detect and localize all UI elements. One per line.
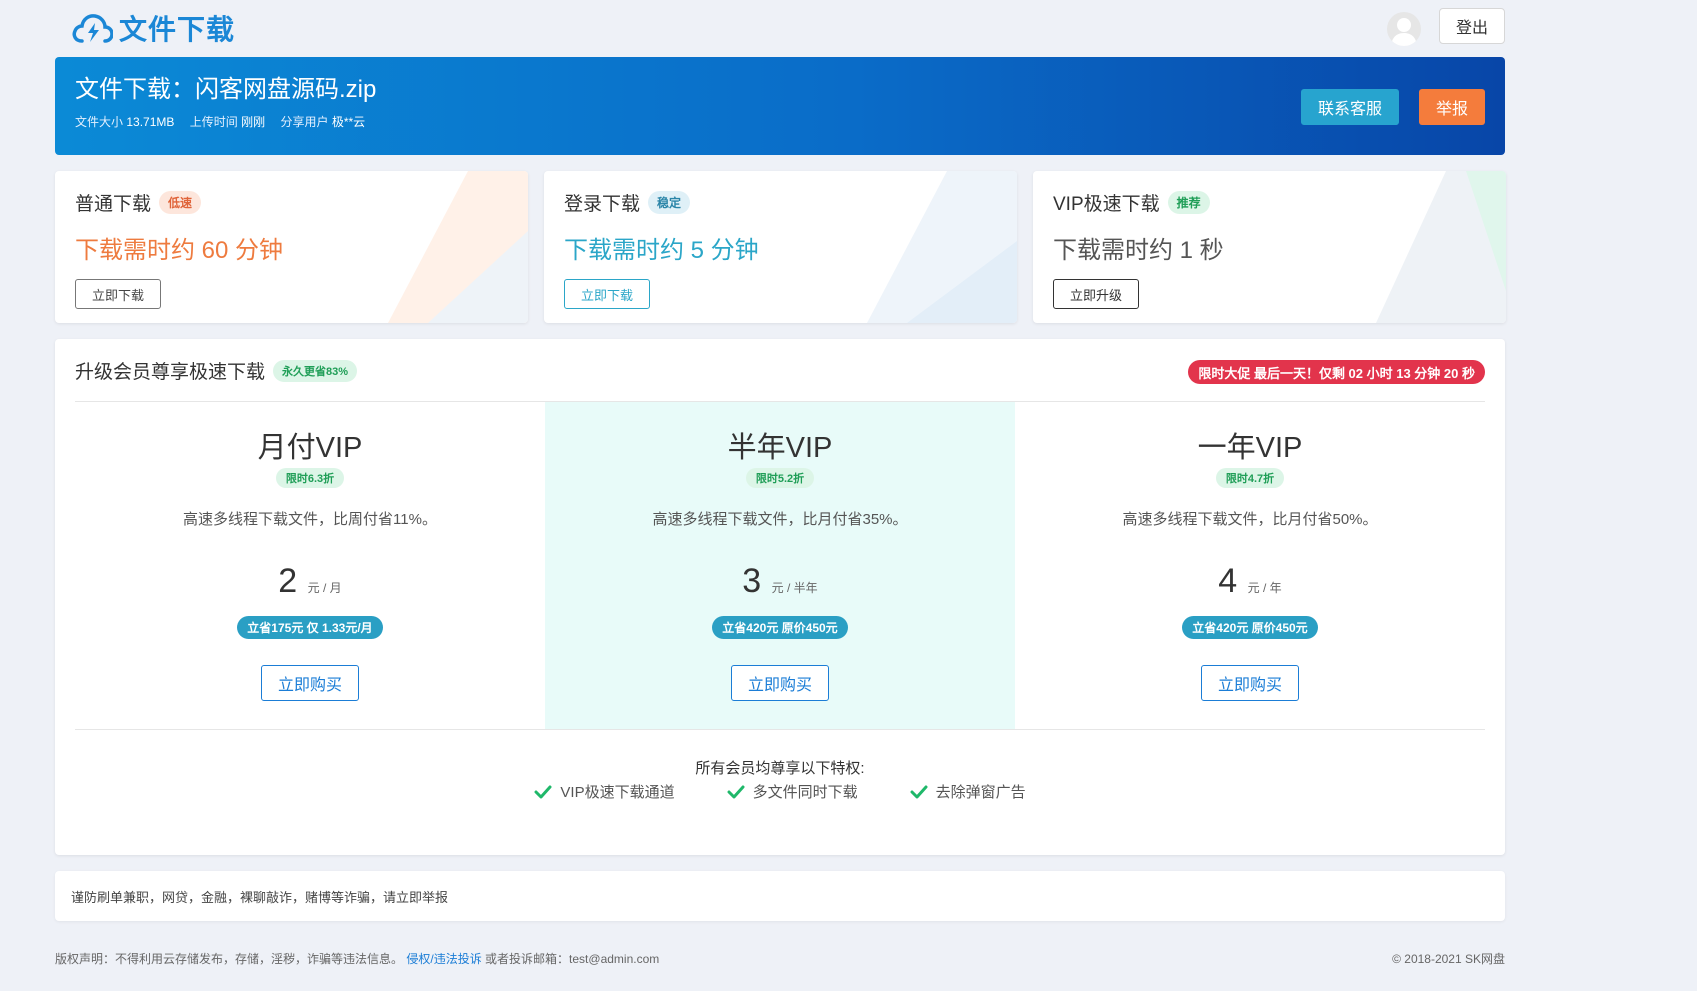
check-icon bbox=[534, 785, 552, 798]
complaint-link[interactable]: 侵权/违法投诉 bbox=[406, 952, 481, 966]
footer-left: 版权声明：不得利用云存储发布，存储，淫秽，诈骗等违法信息。 侵权/违法投诉 或者… bbox=[55, 950, 659, 967]
price-unit: 元 / 月 bbox=[307, 581, 342, 595]
cloud-lightning-icon bbox=[72, 14, 113, 43]
fraud-notice: 谨防刷单兼职，网贷，金融，裸聊敲诈，赌博等诈骗，请立即举报 bbox=[55, 871, 1505, 921]
plan-monthly: 月付VIP 限时6.3折 高速多线程下载文件，比周付省11%。 2 元 / 月 … bbox=[75, 402, 545, 729]
perk-label: 多文件同时下载 bbox=[752, 784, 858, 801]
file-size-label: 文件大小 bbox=[75, 115, 124, 129]
plan-name: 月付VIP bbox=[257, 432, 363, 464]
price-number: 3 bbox=[742, 562, 762, 600]
upload-time-label: 上传时间 bbox=[189, 115, 238, 129]
plan-description: 高速多线程下载文件，比月付省50%。 bbox=[1122, 511, 1378, 528]
check-icon bbox=[727, 785, 745, 798]
buy-yearly-button[interactable]: 立即购买 bbox=[1201, 665, 1299, 701]
upload-time-value: 刚刚 bbox=[241, 115, 266, 129]
normal-download-card: 普通下载 低速 下载需时约 60 分钟 立即下载 bbox=[55, 171, 528, 323]
banner-actions: 联系客服 举报 bbox=[1301, 89, 1485, 125]
perk-item: 多文件同时下载 bbox=[727, 781, 858, 802]
plan-discount: 限时6.3折 bbox=[275, 468, 345, 488]
perks-title: 所有会员均尊享以下特权: bbox=[695, 760, 865, 777]
vip-panel: 升级会员尊享极速下载 永久更省83% 限时大促 最后一天！仅剩 02 小时 13… bbox=[55, 339, 1505, 855]
perk-label: VIP极速下载通道 bbox=[560, 784, 675, 801]
speed-badge: 低速 bbox=[159, 191, 202, 214]
plan-savings: 立省420元 原价450元 bbox=[712, 616, 848, 639]
plan-description: 高速多线程下载文件，比月付省35%。 bbox=[652, 511, 908, 528]
card-title: 登录下载 bbox=[564, 194, 641, 215]
normal-download-button[interactable]: 立即下载 bbox=[75, 279, 162, 309]
perk-item: 去除弹窗广告 bbox=[910, 781, 1026, 802]
download-options: 普通下载 低速 下载需时约 60 分钟 立即下载 登录下载 稳定 下载需时约 5… bbox=[55, 171, 1506, 323]
perks-list: VIP极速下载通道 多文件同时下载 去除弹窗广告 bbox=[55, 781, 1505, 802]
price-unit: 元 / 半年 bbox=[771, 581, 818, 595]
card-header: 普通下载 低速 bbox=[75, 189, 508, 216]
card-header: VIP极速下载 推荐 bbox=[1053, 189, 1486, 216]
logo-text: 文件下载 bbox=[119, 14, 236, 45]
vip-save-badge: 永久更省83% bbox=[273, 359, 358, 382]
login-download-button[interactable]: 立即下载 bbox=[564, 279, 651, 309]
card-header: 登录下载 稳定 bbox=[564, 189, 997, 216]
vip-download-card: VIP极速下载 推荐 下载需时约 1 秒 立即升级 bbox=[1033, 171, 1506, 323]
logo[interactable]: 文件下载 bbox=[71, 8, 235, 48]
perk-label: 去除弹窗广告 bbox=[935, 784, 1026, 801]
download-time: 下载需时约 5 分钟 bbox=[564, 237, 759, 264]
countdown-badge: 限时大促 最后一天！仅剩 02 小时 13 分钟 20 秒 bbox=[1188, 360, 1485, 384]
plan-yearly: 一年VIP 限时4.7折 高速多线程下载文件，比月付省50%。 4 元 / 年 … bbox=[1015, 402, 1485, 729]
file-banner: 文件下载：闪客网盘源码.zip 文件大小 13.71MB 上传时间 刚刚 分享用… bbox=[55, 57, 1505, 155]
download-time: 下载需时约 1 秒 bbox=[1053, 237, 1224, 264]
avatar-silhouette bbox=[1391, 18, 1417, 46]
vip-title: 升级会员尊享极速下载 bbox=[75, 362, 266, 383]
plan-price: 2 元 / 月 bbox=[75, 561, 545, 608]
plan-price: 4 元 / 年 bbox=[1015, 561, 1485, 608]
disclaimer-text: 版权声明：不得利用云存储发布，存储，淫秽，诈骗等违法信息。 bbox=[55, 952, 404, 966]
upgrade-button[interactable]: 立即升级 bbox=[1053, 279, 1140, 309]
speed-badge: 推荐 bbox=[1167, 191, 1210, 214]
page-container: 文件下载 登出 文件下载：闪客网盘源码.zip 文件大小 13.71MB 上传时… bbox=[55, 0, 1506, 966]
card-title: VIP极速下载 bbox=[1053, 194, 1160, 215]
login-download-card: 登录下载 稳定 下载需时约 5 分钟 立即下载 bbox=[544, 171, 1017, 323]
buy-monthly-button[interactable]: 立即购买 bbox=[261, 665, 359, 701]
plan-price: 3 元 / 半年 bbox=[545, 561, 1015, 608]
vip-header: 升级会员尊享极速下载 永久更省83% bbox=[75, 357, 358, 384]
copyright: © 2018-2021 SK网盘 bbox=[1392, 952, 1505, 966]
divider bbox=[75, 729, 1485, 730]
plan-discount: 限时5.2折 bbox=[745, 468, 815, 488]
file-meta: 文件大小 13.71MB 上传时间 刚刚 分享用户 极**云 bbox=[75, 113, 1485, 130]
share-user-value: 极**云 bbox=[331, 115, 366, 129]
top-bar: 文件下载 登出 bbox=[55, 0, 1505, 56]
share-user-label: 分享用户 bbox=[280, 115, 329, 129]
logout-button[interactable]: 登出 bbox=[1439, 8, 1505, 44]
plan-description: 高速多线程下载文件，比周付省11%。 bbox=[183, 511, 437, 528]
plan-discount: 限时4.7折 bbox=[1215, 468, 1285, 488]
plan-name: 一年VIP bbox=[1197, 432, 1303, 464]
plan-savings: 立省420元 原价450元 bbox=[1182, 616, 1318, 639]
price-unit: 元 / 年 bbox=[1247, 581, 1282, 595]
buy-halfyear-button[interactable]: 立即购买 bbox=[731, 665, 829, 701]
price-number: 4 bbox=[1218, 562, 1238, 600]
check-icon bbox=[910, 785, 928, 798]
plan-name: 半年VIP bbox=[727, 432, 833, 464]
user-avatar-icon[interactable] bbox=[1387, 12, 1421, 46]
contact-service-button[interactable]: 联系客服 bbox=[1301, 89, 1399, 125]
file-size-value: 13.71MB bbox=[126, 115, 175, 129]
card-title: 普通下载 bbox=[75, 194, 152, 215]
complaint-email: 或者投诉邮箱：test@admin.com bbox=[485, 952, 660, 966]
file-title: 文件下载：闪客网盘源码.zip bbox=[75, 76, 377, 103]
perk-item: VIP极速下载通道 bbox=[534, 781, 675, 802]
report-button[interactable]: 举报 bbox=[1419, 89, 1485, 125]
plan-savings: 立省175元 仅 1.33元/月 bbox=[237, 616, 383, 639]
download-time: 下载需时约 60 分钟 bbox=[75, 237, 284, 264]
price-number: 2 bbox=[278, 562, 298, 600]
speed-badge: 稳定 bbox=[648, 191, 691, 214]
plan-halfyear: 半年VIP 限时5.2折 高速多线程下载文件，比月付省35%。 3 元 / 半年… bbox=[545, 402, 1015, 729]
